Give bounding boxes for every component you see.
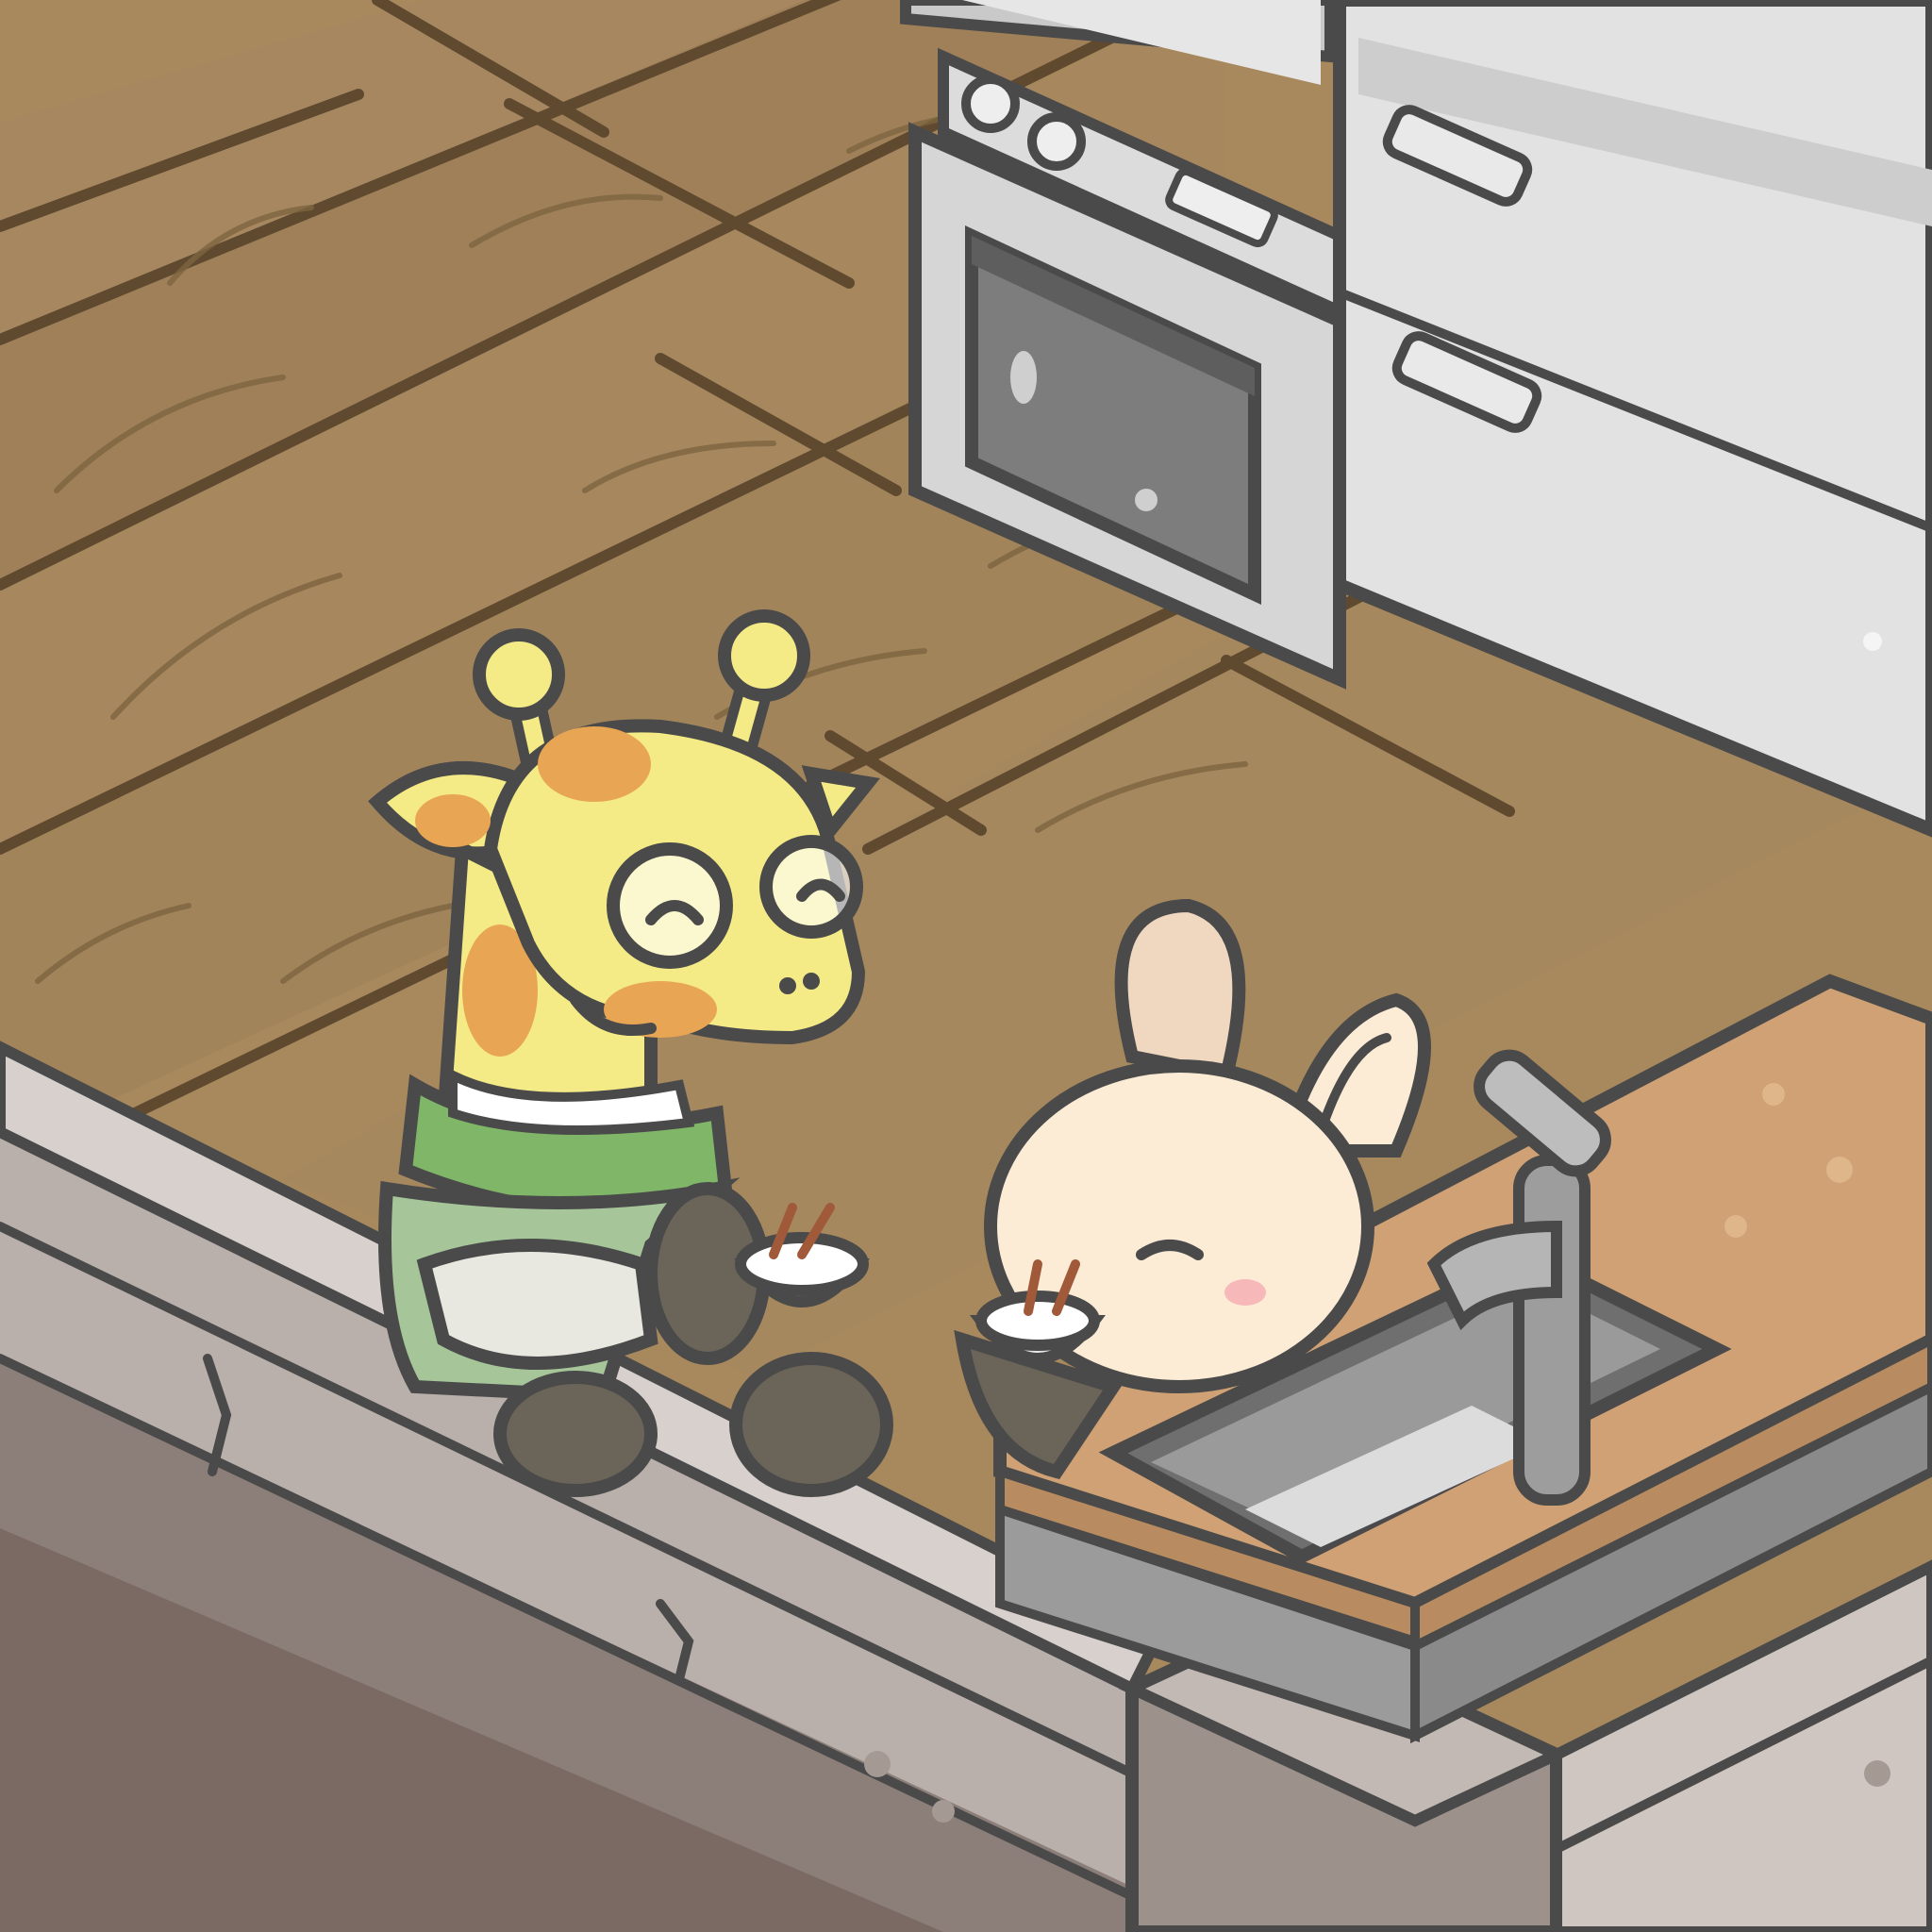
knob-icon[interactable] xyxy=(961,75,1020,133)
knob-icon[interactable] xyxy=(1027,112,1086,171)
game-scene xyxy=(0,0,1932,1932)
